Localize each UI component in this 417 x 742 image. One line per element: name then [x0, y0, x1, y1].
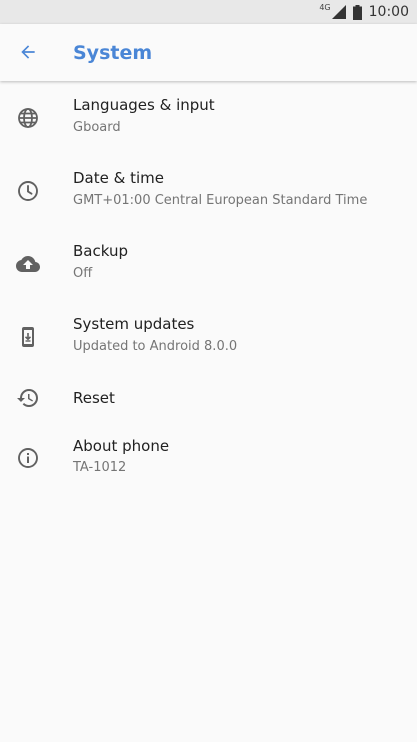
- item-summary: GMT+01:00 Central European Standard Time: [73, 193, 368, 208]
- arrow-back-icon: [21, 45, 35, 59]
- clock: 10:00: [368, 4, 409, 20]
- item-summary: Off: [73, 266, 93, 281]
- signal-icon: [331, 5, 346, 19]
- network-type-label: 4G: [319, 2, 331, 12]
- info-icon: [16, 446, 40, 470]
- item-summary: TA-1012: [73, 460, 127, 475]
- android-screen: 4G 10:00 System Languages & input Gboard…: [0, 0, 417, 742]
- settings-item-languages[interactable]: Languages & input Gboard: [0, 82, 417, 155]
- item-summary: Gboard: [73, 120, 121, 135]
- battery-icon: [352, 4, 362, 20]
- item-title: Languages & input: [73, 96, 215, 114]
- item-title: Reset: [73, 389, 115, 407]
- settings-item-system-updates[interactable]: System updates Updated to Android 8.0.0: [0, 301, 417, 374]
- item-title: About phone: [73, 437, 170, 455]
- settings-item-date-time[interactable]: Date & time GMT+01:00 Central European S…: [0, 155, 417, 228]
- settings-item-backup[interactable]: Backup Off: [0, 228, 417, 301]
- item-title: Date & time: [73, 169, 164, 187]
- clock-icon: [16, 179, 40, 203]
- settings-item-reset[interactable]: Reset: [0, 374, 417, 422]
- item-title: System updates: [73, 315, 195, 333]
- app-bar: System: [0, 24, 417, 81]
- settings-item-about-phone[interactable]: About phone TA-1012: [0, 422, 417, 495]
- item-title: Backup: [73, 242, 128, 260]
- status-bar: 4G 10:00: [0, 0, 417, 24]
- cloud-upload-icon: [16, 252, 40, 276]
- page-title: System: [73, 42, 153, 64]
- globe-icon: [16, 106, 40, 130]
- item-summary: Updated to Android 8.0.0: [73, 339, 238, 354]
- restore-icon: [16, 386, 40, 410]
- back-button[interactable]: [14, 38, 42, 66]
- system-update-icon: [16, 325, 40, 349]
